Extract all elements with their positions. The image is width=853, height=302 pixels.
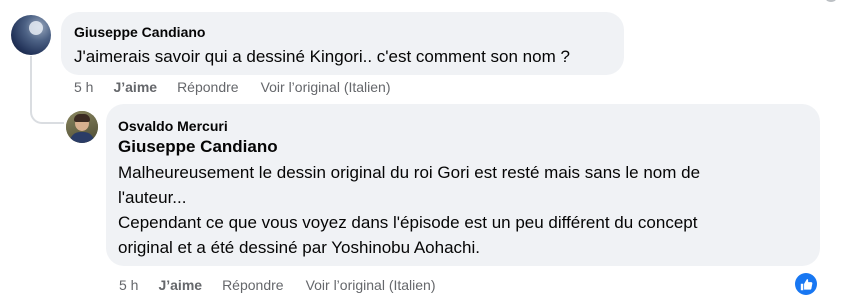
reply-button[interactable]: Répondre <box>177 79 239 95</box>
comment-actions: 5 h J’aime Répondre Voir l’original (Ita… <box>119 277 436 293</box>
comment-author[interactable]: Giuseppe Candiano <box>74 23 612 41</box>
like-icon[interactable] <box>795 273 817 295</box>
reply-connector <box>30 100 64 124</box>
reply-bubble: Osvaldo Mercuri Giuseppe Candiano Malheu… <box>106 104 820 266</box>
comment-timestamp[interactable]: 5 h <box>119 277 138 293</box>
comment-text-line: Malheureusement le dessin original du ro… <box>118 163 701 182</box>
comment-actions: 5 h J’aime Répondre Voir l’original (Ita… <box>74 79 391 95</box>
mention-tag[interactable]: Giuseppe Candiano <box>118 136 808 157</box>
comment-text-line: original et a été dessiné par Yoshinobu … <box>118 238 480 257</box>
comment-bubble: Giuseppe Candiano J'aimerais savoir qui … <box>61 12 624 75</box>
like-button[interactable]: J’aime <box>158 277 202 293</box>
comment-text-line: l'auteur... <box>118 188 187 207</box>
avatar[interactable] <box>11 15 51 55</box>
see-original-button[interactable]: Voir l’original (Italien) <box>306 277 436 293</box>
comment-text: J'aimerais savoir qui a dessiné Kingori.… <box>74 47 570 66</box>
see-original-button[interactable]: Voir l’original (Italien) <box>261 79 391 95</box>
like-button[interactable]: J’aime <box>113 79 157 95</box>
comment-text-line: Cependant ce que vous voyez dans l'épiso… <box>118 213 698 232</box>
comment-author[interactable]: Osvaldo Mercuri <box>118 117 808 135</box>
comment-timestamp[interactable]: 5 h <box>74 79 93 95</box>
comment-thread: Giuseppe Candiano J'aimerais savoir qui … <box>0 0 853 302</box>
reply-button[interactable]: Répondre <box>222 277 284 293</box>
avatar[interactable] <box>66 111 98 143</box>
top-reaction-fragment <box>826 0 836 2</box>
